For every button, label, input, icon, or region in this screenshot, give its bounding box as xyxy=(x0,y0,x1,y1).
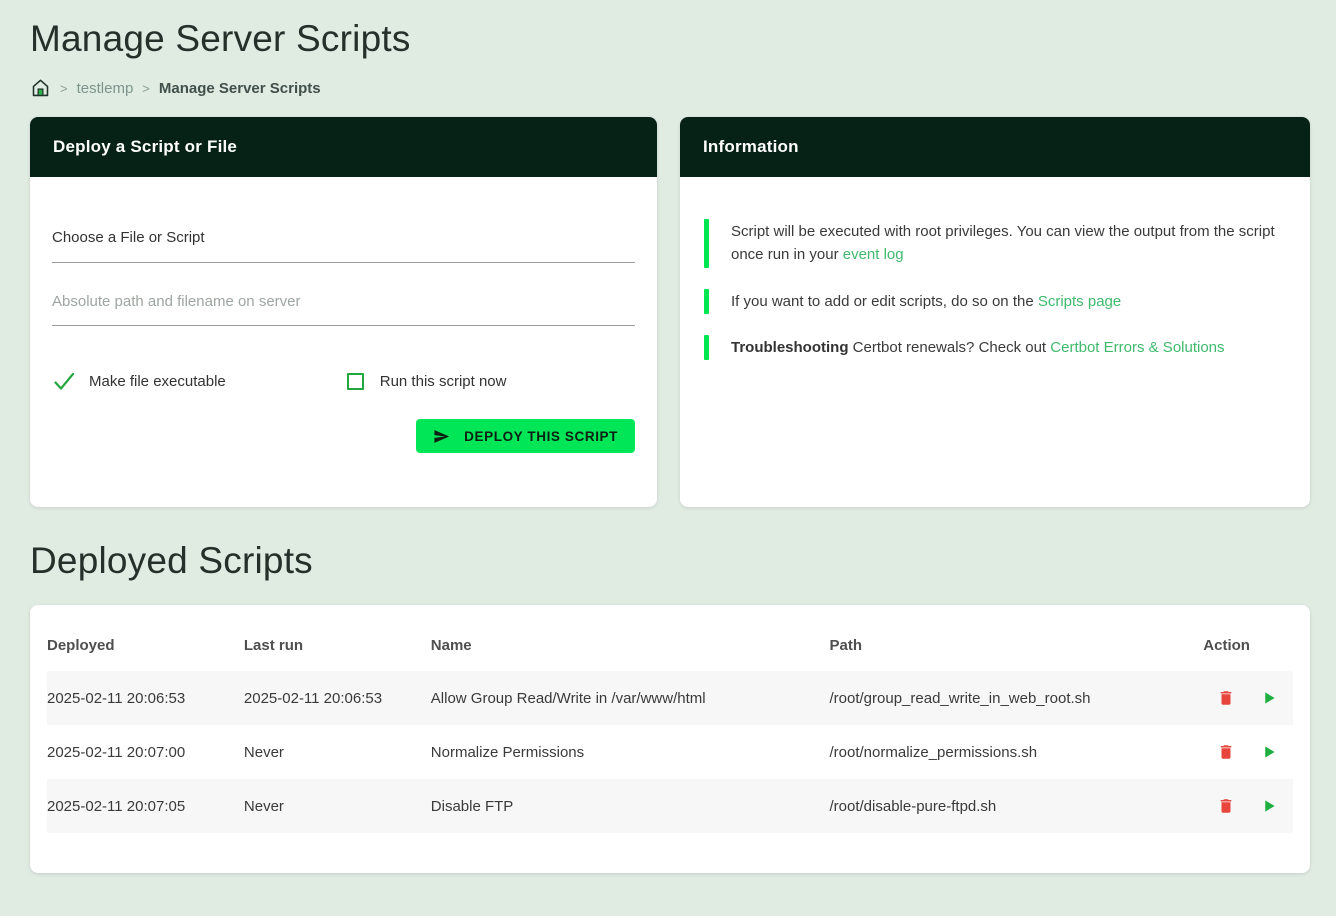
deploy-card-header: Deploy a Script or File xyxy=(30,117,657,177)
info-item-edit-scripts: If you want to add or edit scripts, do s… xyxy=(704,289,1286,314)
table-row: 2025-02-11 20:07:00 Never Normalize Perm… xyxy=(47,725,1293,779)
make-executable-checkbox[interactable]: Make file executable xyxy=(52,369,226,393)
checkbox-row: Make file executable Run this script now xyxy=(52,369,635,393)
cell-name: Disable FTP xyxy=(421,779,820,833)
deployed-scripts-title: Deployed Scripts xyxy=(30,540,1310,582)
breadcrumb: > testlemp > Manage Server Scripts xyxy=(30,77,1310,99)
run-now-checkbox[interactable]: Run this script now xyxy=(344,373,507,390)
cell-deployed: 2025-02-11 20:07:00 xyxy=(47,725,234,779)
delete-script-icon[interactable] xyxy=(1217,797,1235,815)
deployed-scripts-table: Deployed Last run Name Path Action 2025-… xyxy=(47,613,1293,833)
cell-path: /root/disable-pure-ftpd.sh xyxy=(820,779,1194,833)
empty-checkbox-icon xyxy=(347,373,364,390)
certbot-errors-link[interactable]: Certbot Errors & Solutions xyxy=(1050,339,1224,356)
page-container: Manage Server Scripts > testlemp > Manag… xyxy=(0,0,1336,901)
event-log-link[interactable]: event log xyxy=(843,246,904,263)
run-script-icon[interactable] xyxy=(1260,689,1278,707)
action-cell xyxy=(1203,743,1283,761)
information-card-header: Information xyxy=(680,117,1310,177)
breadcrumb-separator: > xyxy=(60,81,68,96)
table-row: 2025-02-11 20:06:53 2025-02-11 20:06:53 … xyxy=(47,671,1293,725)
breadcrumb-server-link[interactable]: testlemp xyxy=(77,80,134,97)
deploy-script-button[interactable]: DEPLOY THIS SCRIPT xyxy=(416,419,635,453)
deploy-button-label: DEPLOY THIS SCRIPT xyxy=(464,429,618,444)
deploy-button-row: DEPLOY THIS SCRIPT xyxy=(52,419,635,453)
info-text: If you want to add or edit scripts, do s… xyxy=(731,293,1038,310)
column-header-path: Path xyxy=(820,613,1194,671)
info-bullet-bar xyxy=(704,289,709,314)
top-cards-row: Deploy a Script or File Choose a File or… xyxy=(30,117,1310,507)
page-title: Manage Server Scripts xyxy=(30,18,1310,60)
info-bullet-bar xyxy=(704,219,709,268)
info-bullet-bar xyxy=(704,335,709,360)
column-header-action: Action xyxy=(1193,613,1293,671)
breadcrumb-separator: > xyxy=(142,81,150,96)
cell-last-run: Never xyxy=(234,779,421,833)
deployed-scripts-card: Deployed Last run Name Path Action 2025-… xyxy=(30,605,1310,873)
cell-name: Allow Group Read/Write in /var/www/html xyxy=(421,671,820,725)
run-script-icon[interactable] xyxy=(1260,743,1278,761)
breadcrumb-current-page: Manage Server Scripts xyxy=(159,80,321,97)
info-text: Script will be executed with root privil… xyxy=(731,223,1275,263)
information-card: Information Script will be executed with… xyxy=(680,117,1310,507)
run-now-label: Run this script now xyxy=(380,373,507,390)
checkmark-icon xyxy=(52,369,76,393)
delete-script-icon[interactable] xyxy=(1217,743,1235,761)
action-cell xyxy=(1203,689,1283,707)
cell-deployed: 2025-02-11 20:06:53 xyxy=(47,671,234,725)
action-cell xyxy=(1203,797,1283,815)
table-header-row: Deployed Last run Name Path Action xyxy=(47,613,1293,671)
info-text: Certbot renewals? Check out xyxy=(849,339,1051,356)
info-item-root-privileges: Script will be executed with root privil… xyxy=(704,219,1286,268)
info-item-troubleshooting: Troubleshooting Certbot renewals? Check … xyxy=(704,335,1286,360)
send-icon xyxy=(433,428,450,445)
run-script-icon[interactable] xyxy=(1260,797,1278,815)
information-card-body: Script will be executed with root privil… xyxy=(680,177,1310,360)
table-row: 2025-02-11 20:07:05 Never Disable FTP /r… xyxy=(47,779,1293,833)
file-script-select-label: Choose a File or Script xyxy=(52,229,205,246)
cell-path: /root/group_read_write_in_web_root.sh xyxy=(820,671,1194,725)
delete-script-icon[interactable] xyxy=(1217,689,1235,707)
cell-last-run: 2025-02-11 20:06:53 xyxy=(234,671,421,725)
scripts-page-link[interactable]: Scripts page xyxy=(1038,293,1121,310)
home-icon[interactable] xyxy=(30,77,51,99)
deploy-card-body: Choose a File or Script Make file execut… xyxy=(30,229,657,453)
column-header-name: Name xyxy=(421,613,820,671)
column-header-last-run: Last run xyxy=(234,613,421,671)
cell-name: Normalize Permissions xyxy=(421,725,820,779)
cell-path: /root/normalize_permissions.sh xyxy=(820,725,1194,779)
cell-deployed: 2025-02-11 20:07:05 xyxy=(47,779,234,833)
column-header-deployed: Deployed xyxy=(47,613,234,671)
server-path-input[interactable] xyxy=(52,287,635,326)
file-script-select[interactable]: Choose a File or Script xyxy=(52,229,635,263)
info-bold-text: Troubleshooting xyxy=(731,339,849,356)
deploy-script-card: Deploy a Script or File Choose a File or… xyxy=(30,117,657,507)
cell-last-run: Never xyxy=(234,725,421,779)
make-executable-label: Make file executable xyxy=(89,373,226,390)
